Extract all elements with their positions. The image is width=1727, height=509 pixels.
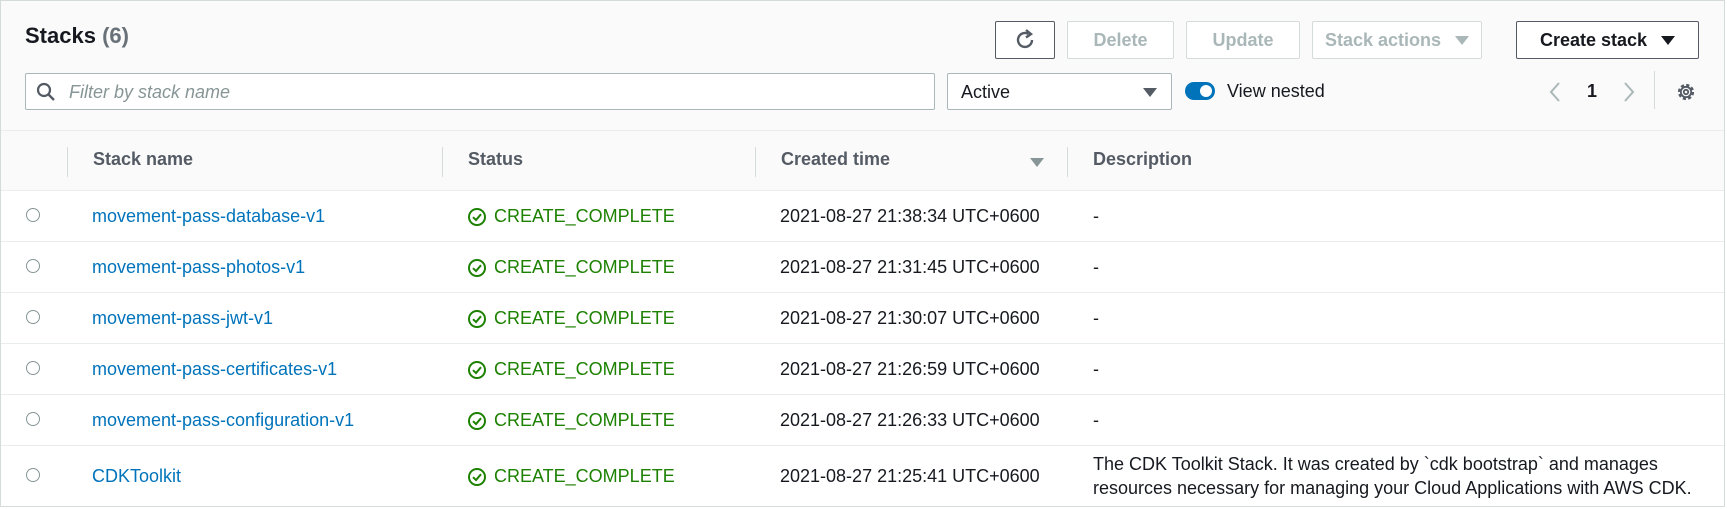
column-divider [67, 147, 68, 177]
pager-divider [1654, 71, 1655, 109]
view-nested-label: View nested [1227, 81, 1325, 101]
previous-page-icon[interactable] [1548, 81, 1562, 103]
toggle-knob [1200, 85, 1212, 97]
table-row: movement-pass-database-v1 CREATE_COMPLET… [1, 191, 1724, 242]
sort-descending-icon[interactable] [1030, 158, 1044, 167]
gear-icon[interactable] [1675, 81, 1697, 103]
stack-count: (6) [102, 23, 129, 48]
created-time: 2021-08-27 21:26:33 UTC+0600 [780, 410, 1040, 430]
check-circle-icon [468, 360, 486, 379]
description: - [1093, 410, 1099, 430]
column-header-created-time[interactable]: Created time [781, 149, 890, 170]
description: The CDK Toolkit Stack. It was created by… [1093, 452, 1692, 500]
status-cell: CREATE_COMPLETE [467, 257, 675, 278]
status-cell: CREATE_COMPLETE [467, 359, 675, 380]
stack-name-link[interactable]: movement-pass-configuration-v1 [92, 410, 354, 431]
status-filter-value: Active [961, 82, 1011, 102]
row-select-radio[interactable] [26, 208, 40, 222]
stack-name-link[interactable]: movement-pass-jwt-v1 [92, 308, 273, 329]
stack-name-link[interactable]: CDKToolkit [92, 466, 181, 487]
status-text: CREATE_COMPLETE [494, 359, 675, 379]
status-text: CREATE_COMPLETE [494, 466, 675, 486]
description: - [1093, 359, 1099, 379]
description: - [1093, 257, 1099, 277]
column-divider [755, 147, 756, 177]
table-row: movement-pass-photos-v1 CREATE_COMPLETE … [1, 242, 1724, 293]
table-header: Stack name Status Created time Descripti… [1, 130, 1724, 191]
status-cell: CREATE_COMPLETE [467, 466, 675, 487]
created-time: 2021-08-27 21:31:45 UTC+0600 [780, 257, 1040, 277]
status-cell: CREATE_COMPLETE [467, 206, 675, 227]
check-circle-icon [468, 309, 486, 328]
status-cell: CREATE_COMPLETE [467, 308, 675, 329]
delete-button[interactable]: Delete [1067, 21, 1174, 59]
description: - [1093, 308, 1099, 328]
table-row: movement-pass-jwt-v1 CREATE_COMPLETE 202… [1, 293, 1724, 344]
status-cell: CREATE_COMPLETE [467, 410, 675, 431]
column-header-description[interactable]: Description [1093, 149, 1192, 170]
column-divider [442, 147, 443, 177]
stack-name-link[interactable]: movement-pass-photos-v1 [92, 257, 305, 278]
row-select-radio[interactable] [26, 259, 40, 273]
stack-actions-label: Stack actions [1324, 29, 1442, 50]
table-row: movement-pass-certificates-v1 CREATE_COM… [1, 344, 1724, 395]
refresh-button[interactable] [995, 21, 1055, 59]
column-divider [1067, 147, 1068, 177]
description-line: resources necessary for managing your Cl… [1093, 478, 1692, 498]
create-stack-button[interactable]: Create stack [1516, 21, 1699, 59]
stack-name-link[interactable]: movement-pass-database-v1 [92, 206, 325, 227]
row-select-radio[interactable] [26, 468, 40, 482]
status-filter-select[interactable]: Active [947, 73, 1172, 110]
chevron-down-icon [1455, 35, 1470, 45]
create-stack-label: Create stack [1539, 29, 1648, 50]
table-row: movement-pass-configuration-v1 CREATE_CO… [1, 395, 1724, 446]
stacks-panel: Stacks (6) Delete Update Stack actions C… [0, 0, 1725, 507]
description-line: The CDK Toolkit Stack. It was created by… [1093, 454, 1658, 474]
row-select-radio[interactable] [26, 412, 40, 426]
search-icon [36, 82, 55, 101]
created-time: 2021-08-27 21:25:41 UTC+0600 [780, 466, 1040, 486]
check-circle-icon [468, 467, 486, 486]
created-time: 2021-08-27 21:38:34 UTC+0600 [780, 206, 1040, 226]
created-time: 2021-08-27 21:26:59 UTC+0600 [780, 359, 1040, 379]
page-title: Stacks (6) [25, 23, 129, 49]
check-circle-icon [468, 258, 486, 277]
current-page[interactable]: 1 [1587, 81, 1597, 102]
status-text: CREATE_COMPLETE [494, 410, 675, 430]
row-select-radio[interactable] [26, 310, 40, 324]
check-circle-icon [468, 411, 486, 430]
status-text: CREATE_COMPLETE [494, 308, 675, 328]
stack-name-link[interactable]: movement-pass-certificates-v1 [92, 359, 337, 380]
chevron-down-icon [1661, 35, 1676, 45]
next-page-icon[interactable] [1622, 81, 1636, 103]
chevron-down-icon [1143, 88, 1157, 97]
status-text: CREATE_COMPLETE [494, 257, 675, 277]
created-time: 2021-08-27 21:30:07 UTC+0600 [780, 308, 1040, 328]
search-input[interactable]: Filter by stack name [25, 73, 935, 110]
row-select-radio[interactable] [26, 361, 40, 375]
check-circle-icon [468, 207, 486, 226]
search-placeholder: Filter by stack name [69, 82, 231, 102]
stack-actions-button[interactable]: Stack actions [1312, 21, 1482, 59]
description: - [1093, 206, 1099, 226]
table-row: CDKToolkit CREATE_COMPLETE 2021-08-27 21… [1, 446, 1724, 506]
title-text: Stacks [25, 23, 96, 48]
column-header-status[interactable]: Status [468, 149, 523, 170]
update-button[interactable]: Update [1186, 21, 1300, 59]
status-text: CREATE_COMPLETE [494, 206, 675, 226]
view-nested-toggle[interactable] [1185, 82, 1215, 100]
column-header-stack-name[interactable]: Stack name [93, 149, 193, 170]
refresh-icon [1016, 29, 1034, 49]
